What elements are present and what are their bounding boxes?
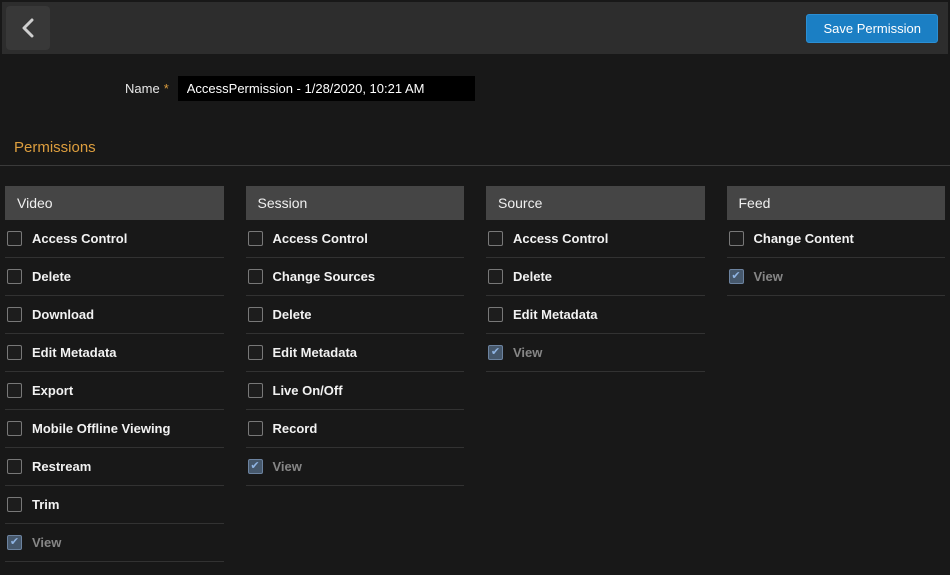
permission-column-session: Session Access Control Change Sources Delet… <box>246 186 465 486</box>
checkbox-checked-icon[interactable]: ✔ <box>7 535 22 550</box>
chevron-left-icon <box>21 18 35 38</box>
permission-column-feed: Feed Change Content ✔ View <box>727 186 946 296</box>
permission-row[interactable]: Access Control <box>486 220 705 258</box>
permission-label: View <box>754 269 783 284</box>
permissions-grid: Video Access Control Delete Download Edit Me… <box>0 186 950 562</box>
permission-column-video: Video Access Control Delete Download Edit Me… <box>5 186 224 562</box>
permission-row[interactable]: Trim <box>5 486 224 524</box>
permission-row[interactable]: ✔ View <box>486 334 705 372</box>
permission-row[interactable]: Download <box>5 296 224 334</box>
checkbox-unchecked-icon[interactable] <box>488 231 503 246</box>
permission-label: Access Control <box>32 231 127 246</box>
column-header: Source <box>486 186 705 220</box>
checkbox-unchecked-icon[interactable] <box>7 345 22 360</box>
permission-row[interactable]: Delete <box>5 258 224 296</box>
permission-row[interactable]: Edit Metadata <box>246 334 465 372</box>
top-bar: Save Permission <box>2 2 948 54</box>
checkbox-unchecked-icon[interactable] <box>7 497 22 512</box>
checkbox-unchecked-icon[interactable] <box>248 421 263 436</box>
permission-label: Edit Metadata <box>273 345 358 360</box>
checkbox-checked-icon[interactable]: ✔ <box>248 459 263 474</box>
checkbox-unchecked-icon[interactable] <box>488 269 503 284</box>
permission-row[interactable]: ✔ View <box>727 258 946 296</box>
permission-row[interactable]: Change Sources <box>246 258 465 296</box>
permission-label: Edit Metadata <box>32 345 117 360</box>
column-header: Feed <box>727 186 946 220</box>
permission-row[interactable]: ✔ View <box>5 524 224 562</box>
permission-label: Delete <box>513 269 552 284</box>
permission-label: Live On/Off <box>273 383 343 398</box>
column-header: Video <box>5 186 224 220</box>
permission-label: Delete <box>273 307 312 322</box>
permission-row[interactable]: Export <box>5 372 224 410</box>
section-divider <box>0 165 950 166</box>
permission-column-source: Source Access Control Delete Edit Metadata ✔… <box>486 186 705 372</box>
checkbox-unchecked-icon[interactable] <box>7 459 22 474</box>
name-form-row: Name * <box>0 76 950 101</box>
permission-label: Change Sources <box>273 269 376 284</box>
permission-row[interactable]: Restream <box>5 448 224 486</box>
permission-row[interactable]: Delete <box>246 296 465 334</box>
permission-row[interactable]: Edit Metadata <box>486 296 705 334</box>
checkbox-checked-icon[interactable]: ✔ <box>488 345 503 360</box>
checkbox-checked-icon[interactable]: ✔ <box>729 269 744 284</box>
permission-label: Download <box>32 307 94 322</box>
checkbox-unchecked-icon[interactable] <box>248 345 263 360</box>
permission-row[interactable]: Delete <box>486 258 705 296</box>
permission-row[interactable]: Edit Metadata <box>5 334 224 372</box>
permission-label: Edit Metadata <box>513 307 598 322</box>
back-button[interactable] <box>6 6 50 50</box>
permission-row[interactable]: Live On/Off <box>246 372 465 410</box>
checkbox-unchecked-icon[interactable] <box>7 383 22 398</box>
checkbox-unchecked-icon[interactable] <box>729 231 744 246</box>
required-marker: * <box>164 81 169 96</box>
save-permission-button[interactable]: Save Permission <box>806 14 938 43</box>
permissions-section-title: Permissions <box>14 139 950 156</box>
checkbox-unchecked-icon[interactable] <box>248 231 263 246</box>
permission-label: View <box>32 535 61 550</box>
permission-label: Access Control <box>513 231 608 246</box>
permission-row[interactable]: Access Control <box>246 220 465 258</box>
permission-label: View <box>273 459 302 474</box>
checkbox-unchecked-icon[interactable] <box>7 231 22 246</box>
permission-label: View <box>513 345 542 360</box>
permission-label: Change Content <box>754 231 854 246</box>
checkbox-unchecked-icon[interactable] <box>7 421 22 436</box>
checkbox-unchecked-icon[interactable] <box>248 269 263 284</box>
permission-row[interactable]: Access Control <box>5 220 224 258</box>
permission-label: Record <box>273 421 318 436</box>
permission-row[interactable]: Change Content <box>727 220 946 258</box>
name-input[interactable] <box>178 76 475 101</box>
checkbox-unchecked-icon[interactable] <box>7 307 22 322</box>
name-label: Name <box>125 81 160 96</box>
checkbox-unchecked-icon[interactable] <box>248 307 263 322</box>
checkbox-unchecked-icon[interactable] <box>248 383 263 398</box>
permission-label: Trim <box>32 497 59 512</box>
permission-label: Export <box>32 383 73 398</box>
permission-label: Access Control <box>273 231 368 246</box>
permission-label: Restream <box>32 459 91 474</box>
permission-row[interactable]: Mobile Offline Viewing <box>5 410 224 448</box>
permission-label: Mobile Offline Viewing <box>32 421 170 436</box>
permission-label: Delete <box>32 269 71 284</box>
permission-row[interactable]: Record <box>246 410 465 448</box>
checkbox-unchecked-icon[interactable] <box>7 269 22 284</box>
column-header: Session <box>246 186 465 220</box>
permission-row[interactable]: ✔ View <box>246 448 465 486</box>
checkbox-unchecked-icon[interactable] <box>488 307 503 322</box>
